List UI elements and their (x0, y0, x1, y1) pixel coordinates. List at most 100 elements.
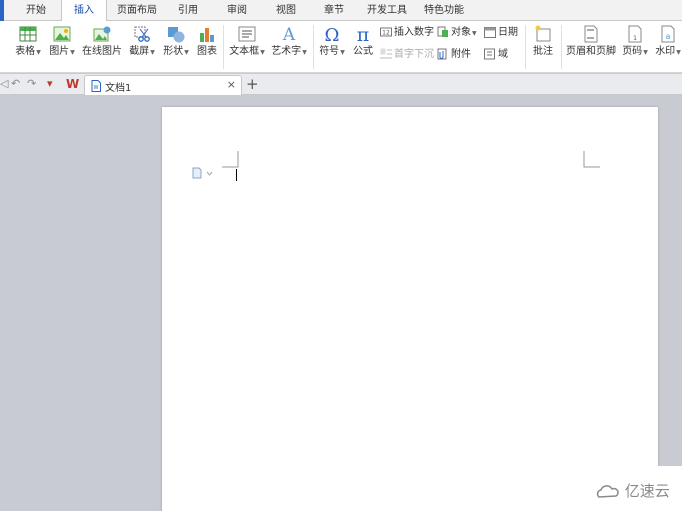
paperclip-icon (437, 48, 447, 60)
table-button[interactable]: 表格▼ (10, 24, 46, 59)
field-label: 域 (498, 49, 508, 60)
insert-number-button[interactable]: 12 插入数字 (380, 25, 434, 41)
field-button[interactable]: 域 (484, 47, 508, 63)
textbox-icon (238, 26, 256, 42)
page-number-icon: 1 (628, 25, 642, 43)
chevron-down-icon: ▼ (184, 49, 189, 56)
chevron-down-icon: ▼ (340, 49, 345, 56)
wordart-label: 艺术字 (271, 46, 302, 57)
textbox-button[interactable]: 文本框▼ (227, 24, 267, 59)
header-footer-label: 页眉和页脚 (566, 46, 616, 57)
margin-corner-top-right (583, 151, 600, 168)
insert-number-label: 插入数字 (394, 27, 434, 38)
site-watermark: 亿速云 (596, 480, 670, 501)
text-cursor (236, 169, 237, 181)
number-icon: 12 (380, 27, 392, 37)
wordart-icon: A (282, 25, 296, 44)
quick-access-edge-icon[interactable]: ◁ (0, 78, 8, 90)
svg-text:Ω: Ω (325, 25, 340, 44)
screenshot-button[interactable]: 截屏▼ (126, 24, 158, 59)
table-label: 表格 (15, 46, 36, 57)
calendar-icon (484, 27, 496, 38)
customize-arrow-icon[interactable]: ▾ (47, 78, 53, 90)
watermark-icon: a (661, 25, 675, 43)
date-button[interactable]: 日期 (484, 25, 518, 41)
svg-text:W: W (94, 85, 99, 91)
svg-text:A: A (282, 25, 296, 44)
tab-page-layout[interactable]: 页面布局 (112, 0, 162, 21)
watermark-button[interactable]: a 水印▼ (654, 24, 682, 59)
document-page[interactable] (162, 107, 658, 511)
drop-cap-icon (380, 48, 392, 59)
svg-text:π: π (357, 24, 370, 44)
tab-special-features[interactable]: 特色功能 (419, 0, 469, 21)
online-picture-button[interactable]: 在线图片 (82, 24, 122, 58)
app-menu-edge[interactable] (0, 0, 4, 21)
comment-icon (535, 25, 551, 42)
picture-label: 图片 (49, 46, 70, 57)
watermark-label: 水印 (655, 46, 676, 57)
tab-home[interactable]: 开始 (16, 0, 56, 21)
chevron-down-icon: ▼ (70, 49, 75, 56)
ribbon-separator (561, 25, 562, 69)
page-number-label: 页码 (622, 46, 643, 57)
drop-cap-button[interactable]: 首字下沉 (380, 47, 434, 63)
picture-icon (53, 26, 71, 42)
chevron-down-icon: ▼ (150, 49, 155, 56)
symbol-label: 符号 (319, 46, 340, 57)
textbox-label: 文本框 (229, 46, 260, 57)
attachment-button[interactable]: 附件 (437, 47, 471, 63)
date-label: 日期 (498, 27, 518, 38)
wps-logo-icon[interactable]: W (66, 78, 79, 90)
object-button[interactable]: 对象▼ (437, 25, 477, 41)
insert-ribbon: 表格▼ 图片▼ 在线图片 截屏▼ 形状▼ 图表 文本框▼ A 艺术字▼ Ω 符号… (0, 21, 682, 73)
svg-text:a: a (666, 32, 671, 41)
shapes-label: 形状 (163, 46, 184, 57)
paragraph-layout-icon[interactable] (192, 167, 214, 179)
online-picture-icon (93, 26, 111, 42)
header-footer-button[interactable]: 页眉和页脚 (565, 24, 617, 58)
tab-section[interactable]: 章节 (316, 0, 352, 21)
chevron-down-icon: ▼ (676, 49, 681, 56)
chevron-down-icon: ▼ (36, 49, 41, 56)
chart-button[interactable]: 图表 (194, 24, 220, 58)
ribbon-separator (525, 25, 526, 69)
comment-button[interactable]: 批注 (529, 24, 557, 58)
tab-developer[interactable]: 开发工具 (362, 0, 412, 21)
object-icon (437, 26, 448, 37)
svg-text:12: 12 (382, 30, 390, 37)
undo-icon[interactable]: ↶ (11, 78, 20, 90)
page-number-button[interactable]: 1 页码▼ (620, 24, 650, 59)
formula-button[interactable]: π 公式 (350, 24, 376, 58)
document-tab[interactable]: W 文档1 × (84, 75, 242, 95)
symbol-button[interactable]: Ω 符号▼ (317, 24, 347, 59)
tab-view[interactable]: 视图 (268, 0, 304, 21)
tab-review[interactable]: 审阅 (219, 0, 255, 21)
chevron-down-icon: ▼ (643, 49, 648, 56)
object-label: 对象 (451, 27, 471, 38)
shapes-button[interactable]: 形状▼ (160, 24, 192, 59)
redo-icon[interactable]: ↷ (27, 78, 36, 90)
wordart-button[interactable]: A 艺术字▼ (270, 24, 308, 59)
new-tab-button[interactable]: + (246, 74, 259, 94)
screenshot-label: 截屏 (129, 46, 150, 57)
chevron-down-icon: ▼ (472, 30, 477, 37)
menu-tab-bar: 开始 插入 页面布局 引用 审阅 视图 章节 开发工具 特色功能 (0, 0, 682, 22)
watermark-text: 亿速云 (624, 482, 670, 500)
margin-corner-top-left (222, 151, 239, 168)
omega-icon: Ω (325, 25, 340, 44)
ribbon-separator (313, 25, 314, 69)
chevron-down-icon: ▼ (302, 49, 307, 56)
scissors-icon (134, 26, 150, 42)
field-icon (484, 48, 495, 60)
tab-insert[interactable]: 插入 (61, 0, 107, 22)
tab-references[interactable]: 引用 (170, 0, 206, 21)
shapes-icon (168, 27, 185, 43)
picture-button[interactable]: 图片▼ (46, 24, 78, 59)
close-icon[interactable]: × (227, 78, 236, 91)
document-icon: W (91, 80, 101, 92)
attachment-label: 附件 (451, 49, 471, 60)
chart-icon (200, 28, 214, 42)
drop-cap-label: 首字下沉 (394, 49, 434, 60)
svg-text:1: 1 (633, 35, 637, 42)
